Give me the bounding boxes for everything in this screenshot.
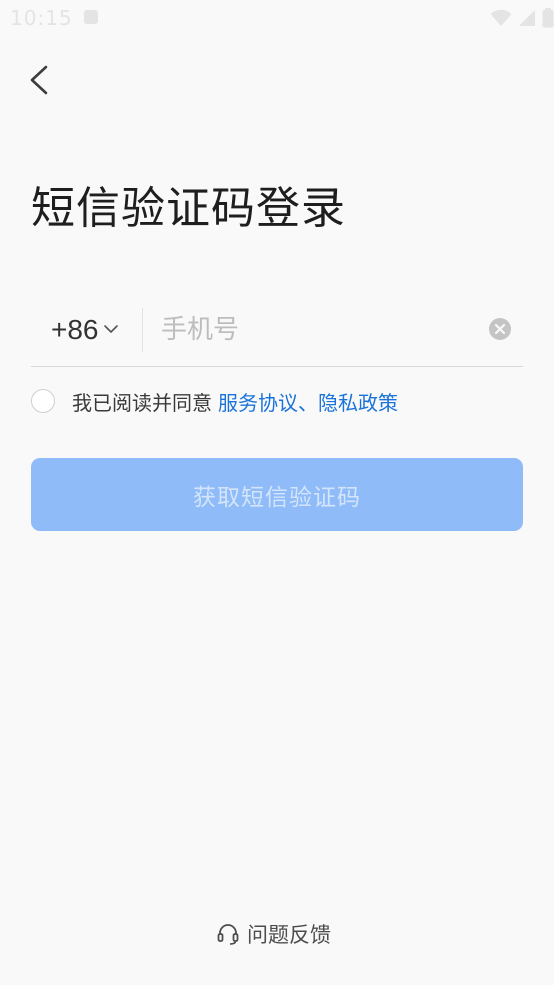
notification-icon xyxy=(84,10,98,24)
back-button[interactable] xyxy=(22,58,66,102)
divider xyxy=(142,308,143,352)
status-icons xyxy=(490,6,554,30)
clear-input-button[interactable] xyxy=(488,317,512,341)
page-title: 短信验证码登录 xyxy=(31,183,346,234)
status-time: 10:15 xyxy=(10,6,73,30)
agreement-link[interactable]: 服务协议、隐私政策 xyxy=(218,387,398,416)
agreement-prefix: 我已阅读并同意 xyxy=(72,390,212,415)
feedback-link[interactable]: 问题反馈 xyxy=(217,918,331,950)
get-sms-code-button[interactable]: 获取短信验证码 xyxy=(31,458,523,531)
phone-number-input[interactable] xyxy=(161,308,481,352)
country-code-label: +86 xyxy=(51,314,99,345)
headset-icon xyxy=(217,924,239,945)
agreement-row: 我已阅读并同意 服务协议、隐私政策 xyxy=(31,386,398,416)
chevron-down-icon xyxy=(103,325,118,333)
signal-icon xyxy=(519,10,535,26)
wifi-icon xyxy=(490,9,512,26)
feedback-label: 问题反馈 xyxy=(247,923,331,947)
battery-icon xyxy=(542,8,554,28)
phone-input-row: +86 xyxy=(31,300,523,367)
chevron-left-icon xyxy=(30,65,48,95)
agreement-checkbox[interactable] xyxy=(31,389,55,413)
clear-circle-icon xyxy=(489,318,511,340)
status-bar: 10:15 xyxy=(0,0,554,36)
get-sms-code-label: 获取短信验证码 xyxy=(193,484,361,511)
sms-login-screen: 10:15 短信验证码登录 +86 手机号 我已阅读并同意 服务协议、隐私政策 … xyxy=(0,0,554,985)
country-code-selector[interactable]: +86 xyxy=(51,310,119,350)
